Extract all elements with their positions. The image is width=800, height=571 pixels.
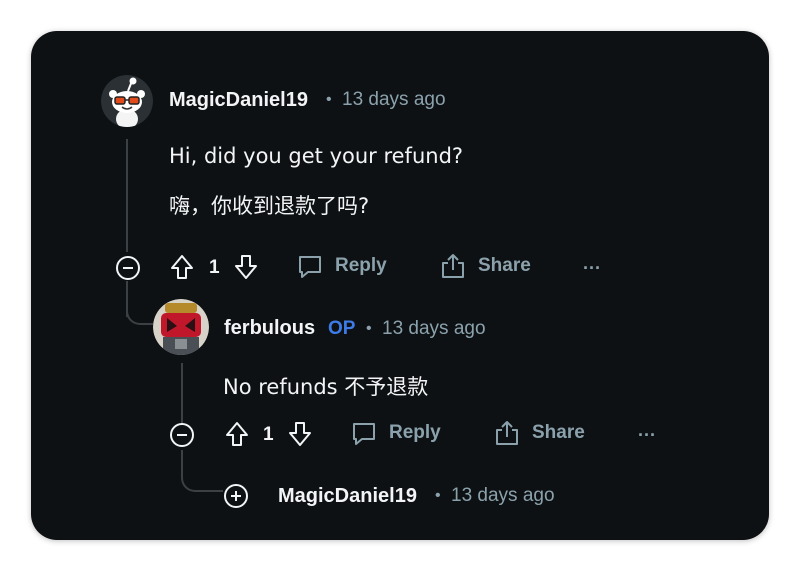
vote-count: 1 bbox=[263, 424, 274, 445]
separator-dot: • bbox=[326, 91, 332, 108]
comment-timestamp[interactable]: 13 days ago bbox=[342, 89, 446, 111]
upvote-button[interactable] bbox=[224, 420, 250, 448]
reply-label: Reply bbox=[389, 422, 441, 443]
thread-line[interactable] bbox=[181, 363, 183, 423]
downvote-button[interactable] bbox=[233, 253, 259, 281]
reply-button[interactable]: Reply bbox=[297, 253, 387, 279]
upvote-arrow-icon bbox=[171, 255, 193, 279]
comment-author[interactable]: MagicDaniel19 bbox=[169, 89, 308, 112]
ellipsis-icon: ··· bbox=[583, 258, 601, 278]
downvote-arrow-icon bbox=[289, 422, 311, 446]
avatar[interactable] bbox=[101, 75, 153, 127]
comment-bubble-icon bbox=[353, 423, 375, 445]
collapse-button[interactable] bbox=[115, 255, 141, 281]
downvote-arrow-icon bbox=[235, 255, 257, 279]
comment-body-line: Hi, did you get your refund? bbox=[169, 144, 464, 168]
thread-connector bbox=[181, 450, 223, 492]
share-label: Share bbox=[478, 255, 531, 276]
thread-connector bbox=[126, 283, 154, 325]
reply-label: Reply bbox=[335, 255, 387, 276]
share-label: Share bbox=[532, 422, 585, 443]
comment-timestamp[interactable]: 13 days ago bbox=[451, 485, 555, 507]
robot-avatar-icon bbox=[153, 299, 209, 355]
comment-author[interactable]: MagicDaniel19 bbox=[278, 485, 417, 508]
vote-count: 1 bbox=[209, 257, 220, 278]
share-icon bbox=[496, 421, 518, 445]
op-badge: OP bbox=[328, 318, 356, 339]
comment-author[interactable]: ferbulous bbox=[224, 317, 315, 340]
comment-body-line: 嗨，你收到退款了吗? bbox=[169, 194, 370, 218]
thread-line[interactable] bbox=[126, 139, 128, 252]
reply-button[interactable]: Reply bbox=[351, 420, 441, 446]
expand-button[interactable] bbox=[223, 483, 249, 509]
minus-circle-icon bbox=[116, 256, 140, 280]
plus-circle-icon bbox=[224, 484, 248, 508]
separator-dot: • bbox=[366, 320, 372, 337]
snoo-avatar-icon bbox=[101, 75, 153, 127]
upvote-button[interactable] bbox=[169, 253, 195, 281]
avatar[interactable] bbox=[153, 299, 209, 355]
share-icon bbox=[442, 254, 464, 278]
comment-bubble-icon bbox=[299, 256, 321, 278]
share-button[interactable]: Share bbox=[439, 252, 531, 280]
collapse-button[interactable] bbox=[169, 422, 195, 448]
minus-circle-icon bbox=[170, 423, 194, 447]
upvote-arrow-icon bbox=[226, 422, 248, 446]
share-button[interactable]: Share bbox=[493, 419, 585, 447]
downvote-button[interactable] bbox=[287, 420, 313, 448]
ellipsis-icon: ··· bbox=[638, 425, 656, 445]
comment-body-line: No refunds 不予退款 bbox=[223, 375, 429, 399]
comment-timestamp[interactable]: 13 days ago bbox=[382, 318, 486, 340]
separator-dot: • bbox=[435, 487, 441, 504]
more-options-button[interactable]: ··· bbox=[583, 258, 601, 279]
more-options-button[interactable]: ··· bbox=[638, 425, 656, 446]
comment-thread-card: MagicDaniel19 • 13 days ago Hi, did you … bbox=[31, 31, 769, 540]
